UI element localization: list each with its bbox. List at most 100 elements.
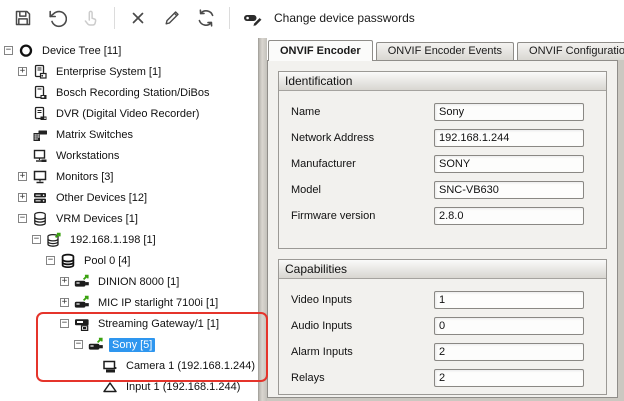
tree-item-label: Monitors [3] [53,170,116,184]
workstation-icon [32,148,50,164]
change-passwords-button[interactable] [240,5,266,31]
undo-icon [47,8,67,28]
tab-onvif-encoder[interactable]: ONVIF Encoder [268,40,373,61]
audio-inputs-input[interactable] [434,317,584,335]
tree-item-enterprise-system-1[interactable]: + Enterprise System [1] [0,61,258,82]
refresh-button[interactable] [193,5,219,31]
network-address-label: Network Address [291,132,434,144]
identification-fields: Name Network Address Manufacturer Model Firm… [279,91,606,229]
capabilities-header: Capabilities [279,260,606,279]
delete-button[interactable] [125,5,151,31]
tree-item-device-tree-11[interactable]: − Device Tree [11] [0,40,258,61]
capabilities-group: Capabilities Video InputsAudio InputsAla… [278,259,607,395]
network-address-input[interactable] [434,129,584,147]
expander-slot: + [60,277,74,286]
tree-item-pool-0-4[interactable]: − Pool 0 [4] [0,250,258,271]
save-icon [13,8,33,28]
refresh-icon [196,8,216,28]
tree-item-label: Other Devices [12] [53,191,150,205]
expander-plus-icon[interactable]: + [60,277,69,286]
tree-item-dvr-digital-video-recorder[interactable]: DVR (Digital Video Recorder) [0,103,258,124]
tree-item-label: MIC IP starlight 7100i [1] [95,296,221,310]
name-input[interactable] [434,103,584,121]
expander-plus-icon[interactable]: + [18,172,27,181]
tree-item-192-168-1-198-1[interactable]: −192.168.1.198 [1] [0,229,258,250]
tree-item-label: DINION 8000 [1] [95,275,182,289]
tree-item-label: Device Tree [11] [39,44,124,58]
firmware-version-row: Firmware version [279,203,606,229]
tree-item-label: Matrix Switches [53,128,136,142]
expander-minus-icon[interactable]: − [4,46,13,55]
monitor-icon [32,169,50,185]
expander-plus-icon[interactable]: + [18,193,27,202]
tree-item-other-devices-12[interactable]: + Other Devices [12] [0,187,258,208]
relays-label: Relays [291,372,434,384]
pool-database-icon [60,253,78,269]
model-row: Model [279,177,606,203]
splitter-handle[interactable] [258,38,267,401]
expander-plus-icon[interactable]: + [60,298,69,307]
name-row: Name [279,99,606,125]
save-button[interactable] [10,5,36,31]
manufacturer-label: Manufacturer [291,158,434,170]
tree-item-monitors-3[interactable]: + Monitors [3] [0,166,258,187]
tree-item-dinion-8000-1[interactable]: + DINION 8000 [1] [0,271,258,292]
expander-plus-icon[interactable]: + [18,67,27,76]
expander-slot: − [32,235,46,244]
tree-item-camera-1-192-168-1-244[interactable]: Camera 1 (192.168.1.244) [0,355,258,376]
tab-page-background: Identification NameNetwork AddressManufa… [267,60,624,401]
video-inputs-row: Video Inputs [279,287,606,313]
right-panel: ONVIF EncoderONVIF Encoder EventsONVIF C… [267,38,624,401]
tree-item-label: Enterprise System [1] [53,65,164,79]
tree-item-label: VRM Devices [1] [53,212,141,226]
alarm-inputs-input[interactable] [434,343,584,361]
expander-minus-icon[interactable]: − [46,256,55,265]
tree-item-label: Input 1 (192.168.1.244) [123,380,243,394]
recording-station-icon [32,85,50,101]
tree-item-workstations[interactable]: Workstations [0,145,258,166]
tree-item-mic-ip-starlight-7100i-1[interactable]: + MIC IP starlight 7100i [1] [0,292,258,313]
video-inputs-input[interactable] [434,291,584,309]
expander-slot: + [18,172,32,181]
expander-slot: + [60,298,74,307]
expander-minus-icon[interactable]: − [60,319,69,328]
tab-onvif-configuration[interactable]: ONVIF Configuration [517,42,624,60]
tree-item-label: Workstations [53,149,122,163]
manufacturer-input[interactable] [434,155,584,173]
delete-icon [128,8,148,28]
name-label: Name [291,106,434,118]
tree-item-matrix-switches[interactable]: Matrix Switches [0,124,258,145]
streaming-gateway-icon [74,316,92,332]
firmware-version-input[interactable] [434,207,584,225]
tree-item-vrm-devices-1[interactable]: − VRM Devices [1] [0,208,258,229]
tree-item-streaming-gateway-1-1[interactable]: −Streaming Gateway/1 [1] [0,313,258,334]
matrix-switch-icon [32,127,50,143]
change-passwords-icon [243,8,263,28]
model-input[interactable] [434,181,584,199]
tree-item-bosch-recording-station-dibos[interactable]: Bosch Recording Station/DiBos [0,82,258,103]
expander-minus-icon[interactable]: − [32,235,41,244]
tree-item-input-1-192-168-1-244[interactable]: Input 1 (192.168.1.244) [0,376,258,397]
expander-slot: + [18,193,32,202]
edit-button[interactable] [159,5,185,31]
tree-item-label: DVR (Digital Video Recorder) [53,107,202,121]
identification-group: Identification NameNetwork AddressManufa… [278,71,607,249]
tree-item-label: Pool 0 [4] [81,254,133,268]
expander-minus-icon[interactable]: − [18,214,27,223]
vrm-database-online-icon [46,232,64,248]
tab-onvif-encoder-events[interactable]: ONVIF Encoder Events [376,42,514,60]
relays-input[interactable] [434,369,584,387]
camera-channel-icon [102,358,120,374]
audio-inputs-label: Audio Inputs [291,320,434,332]
toolbar: Change device passwords [0,0,624,36]
video-inputs-label: Video Inputs [291,294,434,306]
encoder-camera-online-icon [74,274,92,290]
expander-slot: − [60,319,74,328]
model-label: Model [291,184,434,196]
tree-item-label: Camera 1 (192.168.1.244) [123,359,258,373]
tree-item-sony-5[interactable]: −Sony [5] [0,334,258,355]
configuration-manager-window: Change device passwords − Device Tree [11… [0,0,624,401]
onvif-encoder-tab-page: Identification NameNetwork AddressManufa… [267,60,618,398]
expander-minus-icon[interactable]: − [74,340,83,349]
undo-button[interactable] [44,5,70,31]
